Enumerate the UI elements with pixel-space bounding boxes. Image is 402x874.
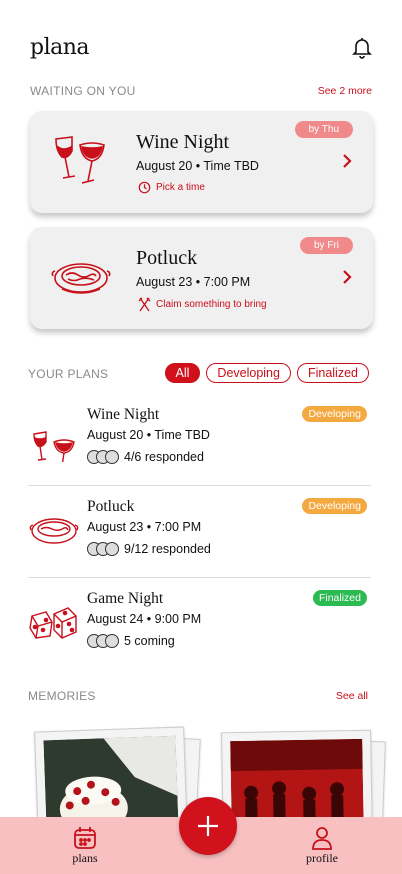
card-title: Wine Night xyxy=(136,131,230,153)
card-action-label: Pick a time xyxy=(156,182,205,193)
profile-icon xyxy=(312,827,332,850)
app-title: plana xyxy=(30,34,90,60)
casserole-dish-icon xyxy=(29,518,79,544)
card-action-label: Claim something to bring xyxy=(156,299,267,310)
plan-responses: 9/12 responded xyxy=(87,542,211,556)
status-badge: Developing xyxy=(302,498,367,514)
wine-glasses-icon xyxy=(33,431,75,462)
deadline-badge: by Fri xyxy=(300,237,353,254)
party-photo-image xyxy=(230,738,364,825)
chevron-right-icon[interactable] xyxy=(341,269,353,285)
memory-photo-cake[interactable] xyxy=(30,725,201,825)
clock-icon xyxy=(138,181,151,194)
waiting-section-header: WAITING ON YOU See 2 more xyxy=(30,84,372,98)
plans-section-title: YOUR PLANS xyxy=(28,367,109,381)
waiting-card-potluck[interactable]: Potluck August 23 • 7:00 PM Claim someth… xyxy=(30,227,373,329)
filter-finalized[interactable]: Finalized xyxy=(296,363,369,383)
plan-responses: 5 coming xyxy=(87,634,175,648)
card-subtitle: August 20 • Time TBD xyxy=(136,159,259,173)
deadline-badge: by Thu xyxy=(294,121,353,138)
filter-developing[interactable]: Developing xyxy=(206,363,291,383)
plan-filters: All Developing Finalized xyxy=(164,363,369,383)
chevron-right-icon[interactable] xyxy=(341,153,353,169)
claim-item-action[interactable]: Claim something to bring xyxy=(138,297,267,312)
plan-subtitle: August 24 • 9:00 PM xyxy=(87,612,202,626)
status-badge: Developing xyxy=(302,406,367,422)
memories-section-title: MEMORIES xyxy=(28,689,96,703)
responses-label: 5 coming xyxy=(124,634,175,648)
card-title: Potluck xyxy=(136,247,198,269)
plan-row-wine-night[interactable]: Wine Night August 20 • Time TBD 4/6 resp… xyxy=(28,394,371,486)
casserole-dish-icon xyxy=(51,263,111,294)
plan-subtitle: August 23 • 7:00 PM xyxy=(87,520,202,534)
plus-icon xyxy=(198,816,218,836)
add-plan-button[interactable] xyxy=(179,797,237,855)
see-all-link[interactable]: See all xyxy=(336,690,368,702)
nav-profile[interactable]: profile xyxy=(306,825,338,866)
card-subtitle: August 23 • 7:00 PM xyxy=(136,275,251,289)
pick-time-action[interactable]: Pick a time xyxy=(138,181,205,194)
plan-title: Potluck xyxy=(87,498,135,515)
responses-label: 9/12 responded xyxy=(124,542,211,556)
bell-icon[interactable] xyxy=(350,35,374,59)
responses-label: 4/6 responded xyxy=(124,450,204,464)
dice-icon xyxy=(29,607,77,639)
filter-all[interactable]: All xyxy=(164,363,201,383)
utensils-icon xyxy=(138,297,151,312)
plan-row-game-night[interactable]: Game Night August 24 • 9:00 PM 5 coming … xyxy=(28,578,371,670)
plan-responses: 4/6 responded xyxy=(87,450,204,464)
plan-title: Wine Night xyxy=(87,406,160,423)
plan-row-potluck[interactable]: Potluck August 23 • 7:00 PM 9/12 respond… xyxy=(28,486,371,578)
calendar-icon xyxy=(74,827,96,849)
plan-subtitle: August 20 • Time TBD xyxy=(87,428,210,442)
avatar-stack xyxy=(87,542,121,556)
cake-photo-image xyxy=(43,735,179,825)
memory-photo-party[interactable] xyxy=(221,725,392,825)
memories-section-header: MEMORIES See all xyxy=(28,689,368,703)
plan-title: Game Night xyxy=(87,590,164,607)
waiting-card-wine-night[interactable]: Wine Night August 20 • Time TBD Pick a t… xyxy=(30,111,373,213)
status-badge: Finalized xyxy=(312,590,367,606)
avatar-stack xyxy=(87,634,121,648)
nav-plans-label: plans xyxy=(72,851,98,865)
waiting-section-title: WAITING ON YOU xyxy=(30,84,136,98)
wine-glasses-icon xyxy=(55,136,105,184)
nav-plans[interactable]: plans xyxy=(72,825,98,866)
see-more-link[interactable]: See 2 more xyxy=(318,85,372,97)
app-header: plana xyxy=(30,30,374,64)
avatar-stack xyxy=(87,450,121,464)
nav-profile-label: profile xyxy=(306,851,338,865)
